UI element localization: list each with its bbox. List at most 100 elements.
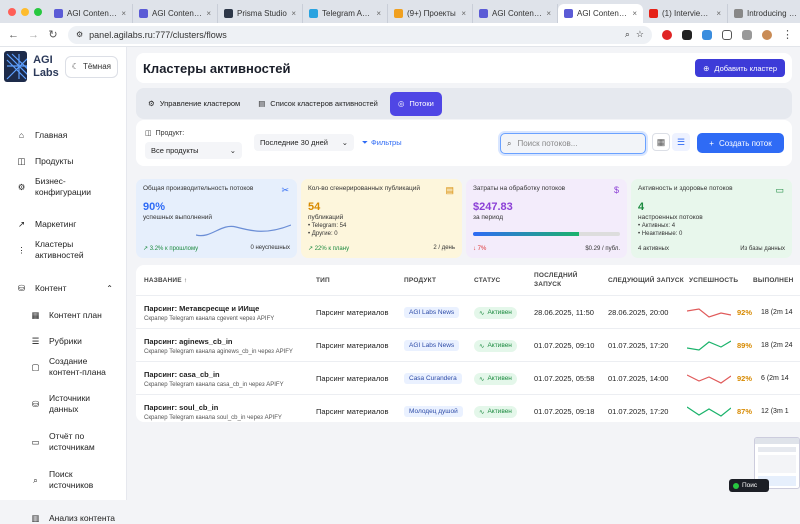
flow-name-cell[interactable]: Парсинг: Метавсресще и ИИще Скрапер Tele… — [144, 296, 274, 329]
add-cluster-button[interactable]: ⊕ Добавить кластер — [695, 59, 785, 77]
sidebar-item-1[interactable]: ◫ Продукты — [0, 156, 127, 167]
list-view-button[interactable]: ☰ — [672, 133, 690, 151]
tab-cluster-management[interactable]: ⚙ Управление кластером — [142, 92, 246, 116]
close-tab-icon[interactable]: × — [461, 9, 466, 18]
column-header[interactable]: НАЗВАНИЕ ↑ — [144, 265, 312, 295]
browser-tab[interactable]: AGI Content B...× — [558, 4, 643, 23]
next-run: 01.07.2025, 17:20 — [608, 407, 669, 416]
theme-toggle-button[interactable]: ☾ Тёмная — [64, 55, 118, 78]
last-run: 01.07.2025, 05:58 — [534, 374, 595, 383]
browser-tab[interactable]: Telegram API ... × — [303, 4, 388, 23]
tab-flows[interactable]: ◎ Потоки — [389, 91, 442, 116]
browser-tab[interactable]: (1) Interview wi... × — [643, 4, 728, 23]
flow-name-cell[interactable]: Парсинг: aginews_cb_in Скрапер Telegram … — [144, 329, 293, 362]
browser-tab[interactable]: Prisma Studio × — [218, 4, 303, 23]
card-line: • Активных: 4 — [638, 223, 676, 229]
maximize-window-button[interactable] — [34, 7, 42, 16]
download-icon[interactable] — [742, 29, 752, 40]
flow-name-cell[interactable]: Парсинг: casa_cb_in Скрапер Telegram кан… — [144, 362, 284, 395]
close-tab-icon[interactable]: × — [206, 9, 211, 18]
create-flow-button[interactable]: + Создать поток — [697, 133, 784, 153]
flow-name-cell[interactable]: Парсинг: soul_cb_in Скрапер Telegram кан… — [144, 395, 282, 422]
sidebar-item-10[interactable]: ▭ Отчёт по источникам — [0, 431, 127, 453]
moon-icon: ☾ — [71, 62, 79, 71]
table-row[interactable]: Парсинг: aginews_cb_in Скрапер Telegram … — [136, 328, 800, 361]
column-header[interactable]: ТИП — [316, 265, 400, 295]
sidebar-item-2[interactable]: ⚙ Бизнес- конфигурации — [0, 176, 127, 198]
opera-icon[interactable] — [662, 29, 672, 40]
column-header[interactable]: ПОСЛЕДНИЙ ЗАПУСК — [534, 265, 604, 295]
grid-view-button[interactable]: ▦ — [652, 133, 670, 151]
close-tab-icon[interactable]: × — [121, 9, 126, 18]
zoom-icon[interactable]: ⌕ — [625, 29, 630, 40]
extension-icon[interactable] — [702, 29, 712, 40]
chevron-down-icon: ⌄ — [341, 138, 348, 147]
period-select[interactable]: Последние 30 дней ⌄ — [254, 134, 354, 151]
main-content: Кластеры активностей ⊕ Добавить кластер … — [136, 53, 800, 422]
column-header[interactable]: СЛЕДУЮЩИЙ ЗАПУСК — [608, 265, 685, 295]
status-toast[interactable]: Поис — [729, 479, 769, 492]
close-tab-icon[interactable]: × — [291, 9, 296, 18]
success-cell: 89% — [687, 329, 752, 362]
forward-icon[interactable]: → — [28, 29, 39, 41]
sidebar-item-11[interactable]: ⌕ Поиск источников — [0, 469, 127, 491]
reload-icon[interactable]: ↻ — [48, 28, 58, 41]
close-tab-icon[interactable]: × — [546, 9, 551, 18]
product-select[interactable]: Все продукты ⌄ — [145, 142, 242, 159]
sidebar-item-12[interactable]: ▥ Анализ контента — [0, 513, 127, 524]
sidebar-item-5[interactable]: ⛁ Контент ⌃ — [0, 283, 127, 294]
sidebar-item-7[interactable]: ☰ Рубрики — [0, 336, 127, 347]
column-header[interactable]: УСПЕШНОСТЬ — [689, 265, 749, 295]
sidebar-item-4[interactable]: ⋮ Кластеры активностей — [0, 239, 127, 261]
back-icon[interactable]: ← — [8, 29, 19, 41]
tab-cluster-list[interactable]: ▤ Список кластеров активностей — [252, 92, 384, 116]
sidebar-item-8[interactable]: ▢ Создание контент-плана — [0, 356, 127, 378]
bookmark-icon[interactable]: ☆ — [636, 29, 644, 40]
calendar-icon: ▦ — [31, 309, 40, 320]
chevron-up-icon[interactable]: ⌃ — [106, 283, 113, 294]
browser-tab[interactable]: (9+) Проекты × — [388, 4, 473, 23]
table-row[interactable]: Парсинг: soul_cb_in Скрапер Telegram кан… — [136, 394, 800, 422]
url-input[interactable]: ⚙ panel.agilabs.ru:777/clusters/flows ⌕ … — [68, 25, 652, 44]
flow-name[interactable]: Парсинг: Метавсресще и ИИще — [144, 304, 259, 313]
sidebar-item-label: Источники данных — [49, 393, 91, 414]
close-tab-icon[interactable]: × — [632, 9, 637, 18]
minimize-window-button[interactable] — [21, 7, 29, 16]
column-header[interactable]: ПРОДУКТ — [404, 265, 470, 295]
column-header[interactable]: ВЫПОЛНЕН — [753, 265, 800, 295]
profile-avatar[interactable] — [762, 29, 772, 40]
product-cell: Молодец душой — [404, 395, 463, 422]
metric-card-2[interactable]: Затраты на обработку потоков $ $247.83 з… — [466, 179, 627, 258]
browser-tab[interactable]: AGI Content B...× — [133, 4, 218, 23]
card-title: Кол-во сгенерированных публикаций — [308, 185, 420, 192]
site-info-icon[interactable]: ⚙ — [76, 30, 83, 39]
extension-icon[interactable] — [682, 29, 692, 40]
browser-tab[interactable]: AGI Content B...× — [473, 4, 558, 23]
sidebar-item-0[interactable]: ⌂ Главная — [0, 130, 127, 141]
card-line: • Telegram: 54 — [308, 223, 347, 229]
tab-label: Потоки — [409, 99, 434, 108]
flow-name[interactable]: Парсинг: aginews_cb_in — [144, 337, 233, 346]
browser-tab[interactable]: Introducing ou...× — [728, 4, 800, 23]
column-header[interactable]: СТАТУС — [474, 265, 530, 295]
close-tab-icon[interactable]: × — [376, 9, 381, 18]
close-window-button[interactable] — [8, 7, 16, 16]
favicon-icon — [564, 9, 573, 18]
table-row[interactable]: Парсинг: casa_cb_in Скрапер Telegram кан… — [136, 361, 800, 394]
close-tab-icon[interactable]: × — [716, 9, 721, 18]
sidebar-item-3[interactable]: ↗ Маркетинг — [0, 219, 127, 230]
metric-card-0[interactable]: Общая производительность потоков ✂ 90% у… — [136, 179, 297, 258]
menu-icon[interactable]: ⋮ — [782, 28, 793, 41]
flow-name[interactable]: Парсинг: soul_cb_in — [144, 403, 218, 412]
search-input[interactable]: ⌕ Поиск потоков... — [500, 133, 646, 154]
card-footer-left: ↓ 7% — [473, 246, 487, 252]
browser-tab[interactable]: AGI Content B...× — [48, 4, 133, 23]
flow-name[interactable]: Парсинг: casa_cb_in — [144, 370, 220, 379]
sidebar-item-6[interactable]: ▦ Контент план — [0, 310, 127, 321]
sidebar-item-9[interactable]: ⛁ Источники данных — [0, 393, 127, 415]
extensions-puzzle-icon[interactable] — [722, 29, 732, 40]
metric-card-3[interactable]: Активность и здоровье потоков ▭ 4 настро… — [631, 179, 792, 258]
metric-card-1[interactable]: Кол-во сгенерированных публикаций ▤ 54 п… — [301, 179, 462, 258]
table-row[interactable]: Парсинг: Метавсресще и ИИще Скрапер Tele… — [136, 295, 800, 328]
filters-button[interactable]: ⏷ Фильтры — [356, 134, 416, 151]
